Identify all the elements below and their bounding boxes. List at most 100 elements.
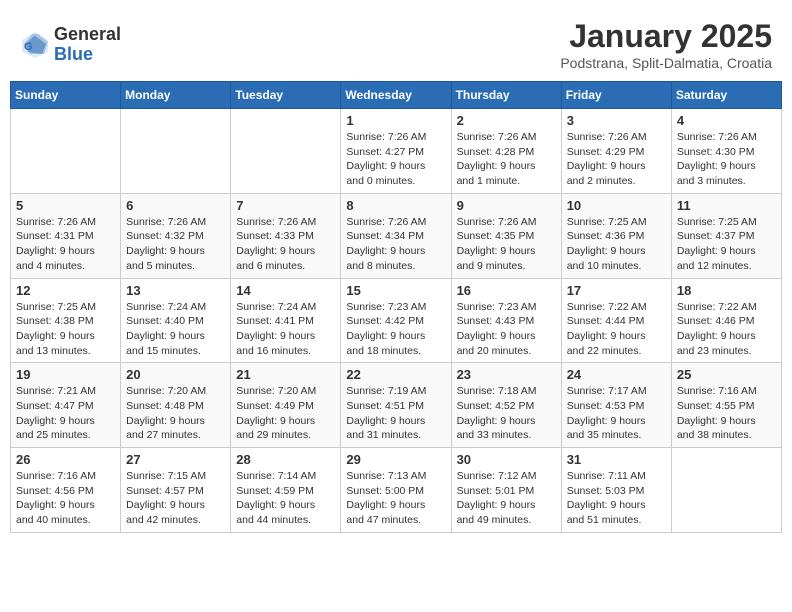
cell-daylight-text: Sunrise: 7:20 AMSunset: 4:48 PMDaylight:… bbox=[126, 384, 225, 443]
cell-daylight-text: Sunrise: 7:17 AMSunset: 4:53 PMDaylight:… bbox=[567, 384, 666, 443]
logo-text: General Blue bbox=[54, 25, 121, 65]
cell-1-4: 9Sunrise: 7:26 AMSunset: 4:35 PMDaylight… bbox=[451, 193, 561, 278]
title-block: January 2025 Podstrana, Split-Dalmatia, … bbox=[560, 18, 772, 71]
day-number: 12 bbox=[16, 283, 115, 298]
cell-1-1: 6 Sunrise: 7:26 AMSunset: 4:32 PMDaylight… bbox=[121, 193, 231, 278]
header-row: Sunday Monday Tuesday Wednesday Thursday… bbox=[11, 82, 782, 109]
day-number: 16 bbox=[457, 283, 556, 298]
day-number: 20 bbox=[126, 367, 225, 382]
col-monday: Monday bbox=[121, 82, 231, 109]
logo-blue-text: Blue bbox=[54, 45, 121, 65]
cell-3-2: 21Sunrise: 7:20 AMSunset: 4:49 PMDayligh… bbox=[231, 363, 341, 448]
week-row-0: 1Sunrise: 7:26 AMSunset: 4:27 PMDaylight… bbox=[11, 109, 782, 194]
cell-daylight-text: Sunrise: 7:11 AMSunset: 5:03 PMDaylight:… bbox=[567, 469, 666, 528]
cell-3-4: 23Sunrise: 7:18 AMSunset: 4:52 PMDayligh… bbox=[451, 363, 561, 448]
cell-daylight-text: Sunrise: 7:15 AMSunset: 4:57 PMDaylight:… bbox=[126, 469, 225, 528]
week-row-2: 12Sunrise: 7:25 AMSunset: 4:38 PMDayligh… bbox=[11, 278, 782, 363]
day-number: 22 bbox=[346, 367, 445, 382]
day-number: 27 bbox=[126, 452, 225, 467]
cell-content-1-6: 11Sunrise: 7:25 AMSunset: 4:37 PMDayligh… bbox=[677, 198, 776, 274]
week-row-4: 26 Sunrise: 7:16 AMSunset: 4:56 PMDayligh… bbox=[11, 448, 782, 533]
col-wednesday: Wednesday bbox=[341, 82, 451, 109]
day-number: 13 bbox=[126, 283, 225, 298]
cell-0-3: 1Sunrise: 7:26 AMSunset: 4:27 PMDaylight… bbox=[341, 109, 451, 194]
cell-daylight-text: Sunrise: 7:26 AMSunset: 4:29 PMDaylight:… bbox=[567, 130, 666, 189]
day-number: 30 bbox=[457, 452, 556, 467]
cell-content-2-6: 18 Sunrise: 7:22 AMSunset: 4:46 PMDayligh… bbox=[677, 283, 776, 359]
cell-content-3-1: 20 Sunrise: 7:20 AMSunset: 4:48 PMDayligh… bbox=[126, 367, 225, 443]
svg-text:G: G bbox=[24, 41, 33, 53]
calendar-body: 1Sunrise: 7:26 AMSunset: 4:27 PMDaylight… bbox=[11, 109, 782, 533]
cell-0-4: 2Sunrise: 7:26 AMSunset: 4:28 PMDaylight… bbox=[451, 109, 561, 194]
cell-content-4-2: 28Sunrise: 7:14 AMSunset: 4:59 PMDayligh… bbox=[236, 452, 335, 528]
cell-3-1: 20 Sunrise: 7:20 AMSunset: 4:48 PMDayligh… bbox=[121, 363, 231, 448]
cell-2-2: 14 Sunrise: 7:24 AMSunset: 4:41 PMDayligh… bbox=[231, 278, 341, 363]
cell-content-0-1 bbox=[126, 113, 225, 183]
cell-daylight-text: Sunrise: 7:26 AMSunset: 4:32 PMDaylight:… bbox=[126, 215, 225, 274]
cell-daylight-text: Sunrise: 7:22 AMSunset: 4:46 PMDaylight:… bbox=[677, 300, 776, 359]
cell-daylight-text: Sunrise: 7:26 AMSunset: 4:27 PMDaylight:… bbox=[346, 130, 445, 189]
col-sunday: Sunday bbox=[11, 82, 121, 109]
cell-content-3-4: 23Sunrise: 7:18 AMSunset: 4:52 PMDayligh… bbox=[457, 367, 556, 443]
day-number: 26 bbox=[16, 452, 115, 467]
cell-content-2-3: 15Sunrise: 7:23 AMSunset: 4:42 PMDayligh… bbox=[346, 283, 445, 359]
cell-content-4-1: 27 Sunrise: 7:15 AMSunset: 4:57 PMDayligh… bbox=[126, 452, 225, 528]
header: G General Blue January 2025 Podstrana, S… bbox=[10, 10, 782, 75]
cell-0-0 bbox=[11, 109, 121, 194]
cell-4-4: 30 Sunrise: 7:12 AMSunset: 5:01 PMDayligh… bbox=[451, 448, 561, 533]
cell-daylight-text: Sunrise: 7:22 AMSunset: 4:44 PMDaylight:… bbox=[567, 300, 666, 359]
cell-daylight-text: Sunrise: 7:26 AMSunset: 4:31 PMDaylight:… bbox=[16, 215, 115, 274]
cell-daylight-text: Sunrise: 7:24 AMSunset: 4:40 PMDaylight:… bbox=[126, 300, 225, 359]
cell-0-6: 4Sunrise: 7:26 AMSunset: 4:30 PMDaylight… bbox=[671, 109, 781, 194]
calendar-header: Sunday Monday Tuesday Wednesday Thursday… bbox=[11, 82, 782, 109]
col-friday: Friday bbox=[561, 82, 671, 109]
day-number: 8 bbox=[346, 198, 445, 213]
day-number: 31 bbox=[567, 452, 666, 467]
cell-content-4-5: 31 Sunrise: 7:11 AMSunset: 5:03 PMDayligh… bbox=[567, 452, 666, 528]
cell-daylight-text: Sunrise: 7:16 AMSunset: 4:56 PMDaylight:… bbox=[16, 469, 115, 528]
cell-content-4-6 bbox=[677, 452, 776, 522]
cell-content-3-3: 22 Sunrise: 7:19 AMSunset: 4:51 PMDayligh… bbox=[346, 367, 445, 443]
cell-content-1-1: 6 Sunrise: 7:26 AMSunset: 4:32 PMDaylight… bbox=[126, 198, 225, 274]
cell-daylight-text: Sunrise: 7:18 AMSunset: 4:52 PMDaylight:… bbox=[457, 384, 556, 443]
cell-daylight-text: Sunrise: 7:16 AMSunset: 4:55 PMDaylight:… bbox=[677, 384, 776, 443]
cell-content-1-0: 5Sunrise: 7:26 AMSunset: 4:31 PMDaylight… bbox=[16, 198, 115, 274]
cell-daylight-text: Sunrise: 7:19 AMSunset: 4:51 PMDaylight:… bbox=[346, 384, 445, 443]
cell-daylight-text: Sunrise: 7:25 AMSunset: 4:37 PMDaylight:… bbox=[677, 215, 776, 274]
cell-content-4-3: 29Sunrise: 7:13 AMSunset: 5:00 PMDayligh… bbox=[346, 452, 445, 528]
cell-1-0: 5Sunrise: 7:26 AMSunset: 4:31 PMDaylight… bbox=[11, 193, 121, 278]
cell-3-0: 19Sunrise: 7:21 AMSunset: 4:47 PMDayligh… bbox=[11, 363, 121, 448]
cell-content-0-0 bbox=[16, 113, 115, 183]
cell-2-5: 17Sunrise: 7:22 AMSunset: 4:44 PMDayligh… bbox=[561, 278, 671, 363]
day-number: 18 bbox=[677, 283, 776, 298]
cell-4-6 bbox=[671, 448, 781, 533]
day-number: 29 bbox=[346, 452, 445, 467]
cell-daylight-text: Sunrise: 7:12 AMSunset: 5:01 PMDaylight:… bbox=[457, 469, 556, 528]
cell-content-1-4: 9Sunrise: 7:26 AMSunset: 4:35 PMDaylight… bbox=[457, 198, 556, 274]
cell-2-0: 12Sunrise: 7:25 AMSunset: 4:38 PMDayligh… bbox=[11, 278, 121, 363]
cell-content-2-5: 17Sunrise: 7:22 AMSunset: 4:44 PMDayligh… bbox=[567, 283, 666, 359]
day-number: 21 bbox=[236, 367, 335, 382]
cell-content-2-1: 13 Sunrise: 7:24 AMSunset: 4:40 PMDayligh… bbox=[126, 283, 225, 359]
cell-2-1: 13 Sunrise: 7:24 AMSunset: 4:40 PMDayligh… bbox=[121, 278, 231, 363]
logo: G General Blue bbox=[20, 25, 121, 65]
cell-content-3-2: 21Sunrise: 7:20 AMSunset: 4:49 PMDayligh… bbox=[236, 367, 335, 443]
cell-content-3-5: 24Sunrise: 7:17 AMSunset: 4:53 PMDayligh… bbox=[567, 367, 666, 443]
cell-content-1-3: 8Sunrise: 7:26 AMSunset: 4:34 PMDaylight… bbox=[346, 198, 445, 274]
cell-daylight-text: Sunrise: 7:26 AMSunset: 4:33 PMDaylight:… bbox=[236, 215, 335, 274]
cell-content-2-2: 14 Sunrise: 7:24 AMSunset: 4:41 PMDayligh… bbox=[236, 283, 335, 359]
day-number: 9 bbox=[457, 198, 556, 213]
cell-daylight-text: Sunrise: 7:24 AMSunset: 4:41 PMDaylight:… bbox=[236, 300, 335, 359]
day-number: 25 bbox=[677, 367, 776, 382]
cell-2-3: 15Sunrise: 7:23 AMSunset: 4:42 PMDayligh… bbox=[341, 278, 451, 363]
cell-daylight-text: Sunrise: 7:23 AMSunset: 4:43 PMDaylight:… bbox=[457, 300, 556, 359]
cell-content-4-0: 26 Sunrise: 7:16 AMSunset: 4:56 PMDayligh… bbox=[16, 452, 115, 528]
day-number: 15 bbox=[346, 283, 445, 298]
cell-content-0-3: 1Sunrise: 7:26 AMSunset: 4:27 PMDaylight… bbox=[346, 113, 445, 189]
cell-2-4: 16 Sunrise: 7:23 AMSunset: 4:43 PMDayligh… bbox=[451, 278, 561, 363]
day-number: 4 bbox=[677, 113, 776, 128]
day-number: 14 bbox=[236, 283, 335, 298]
day-number: 6 bbox=[126, 198, 225, 213]
week-row-1: 5Sunrise: 7:26 AMSunset: 4:31 PMDaylight… bbox=[11, 193, 782, 278]
location-subtitle: Podstrana, Split-Dalmatia, Croatia bbox=[560, 55, 772, 71]
